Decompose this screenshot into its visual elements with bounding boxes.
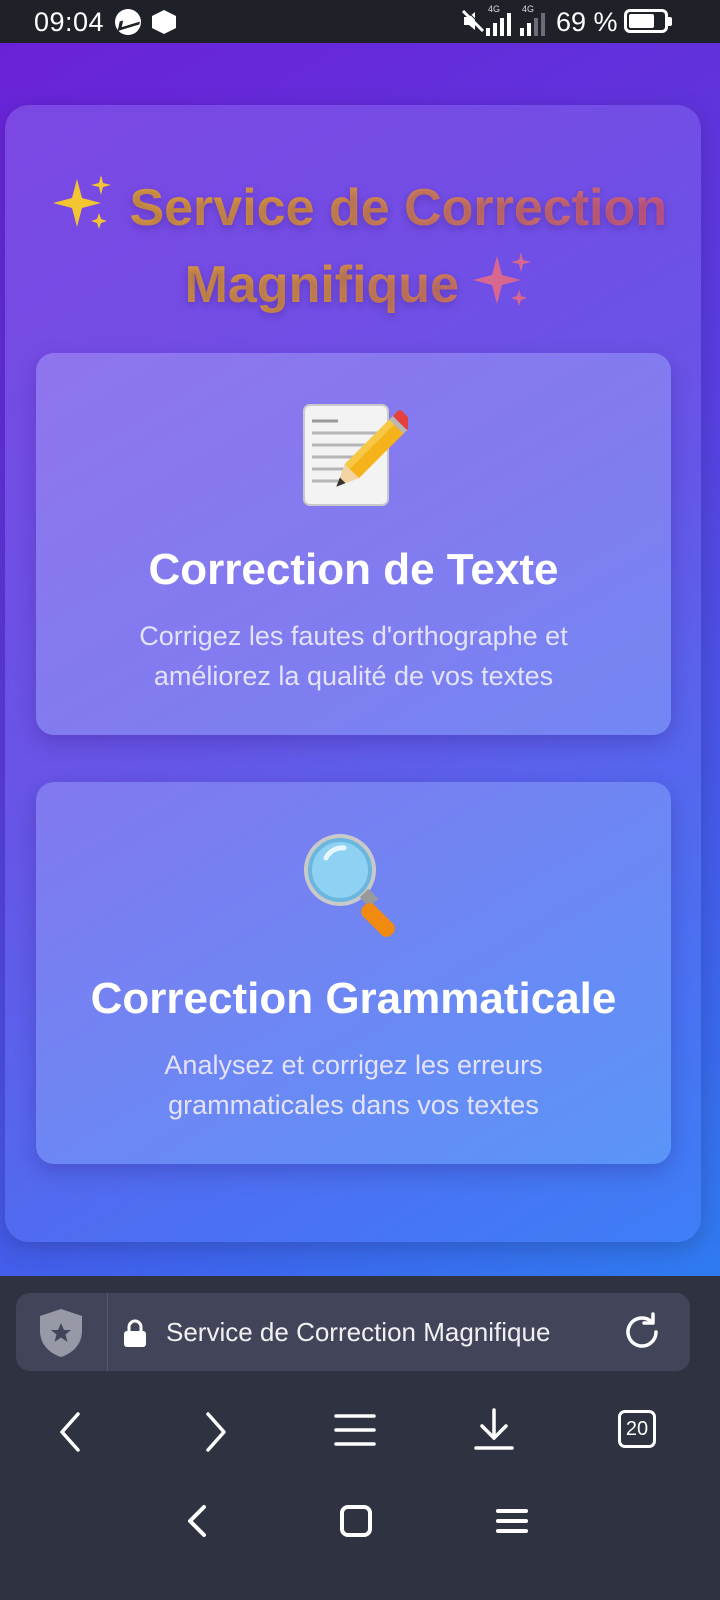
mute-icon [460,8,486,39]
messenger-icon [115,9,141,35]
system-recents-icon[interactable] [492,1501,532,1546]
text-correction-card[interactable]: Correction de Texte Corrigez les fautes … [36,353,671,735]
card-title: Correction de Texte [148,545,559,594]
grammar-correction-card[interactable]: Correction Grammaticale Analysez et corr… [36,782,671,1164]
shield-icon [40,1309,82,1357]
browser-toolbar: Service de Correction Magnifique 20 [0,1276,720,1600]
tabs-icon[interactable]: 20 [612,1404,668,1460]
system-home-icon[interactable] [336,1501,376,1546]
lock-icon [122,1318,148,1353]
card-title: Correction Grammaticale [90,974,617,1023]
status-time: 09:04 [34,7,105,37]
card-description: Analysez et corrigez les erreurs grammat… [164,1050,543,1120]
download-icon[interactable] [470,1404,526,1460]
forward-icon[interactable] [186,1404,242,1460]
battery-icon [624,9,672,33]
title-line-1: Service de Correction [129,179,667,238]
page-title: Service de Correction Magnifique [0,173,720,327]
memo-pencil-icon [298,399,413,509]
menu-icon[interactable] [330,1404,386,1460]
title-line-2: Magnifique [184,256,459,315]
status-bar: 09:04 4G 4G 69 % [0,0,720,43]
reload-icon[interactable] [620,1310,664,1359]
app-hex-icon [152,10,176,34]
signal-icon: 4G [520,4,556,36]
battery-percent: 69 % [556,7,618,37]
tab-count: 20 [618,1410,656,1448]
address-bar[interactable]: Service de Correction Magnifique [16,1293,690,1371]
url-text[interactable]: Service de Correction Magnifique [166,1317,550,1348]
magnifying-glass-icon [298,828,408,938]
sparkles-icon [473,250,535,327]
back-icon[interactable] [44,1404,100,1460]
card-description: Corrigez les fautes d'orthographe et amé… [139,621,568,691]
tracking-protection-button[interactable] [16,1293,108,1371]
system-back-icon[interactable] [180,1501,216,1546]
web-content: Service de Correction Magnifique Correct… [0,43,720,1276]
sparkles-icon [53,173,115,250]
signal-icon: 4G [486,4,522,36]
